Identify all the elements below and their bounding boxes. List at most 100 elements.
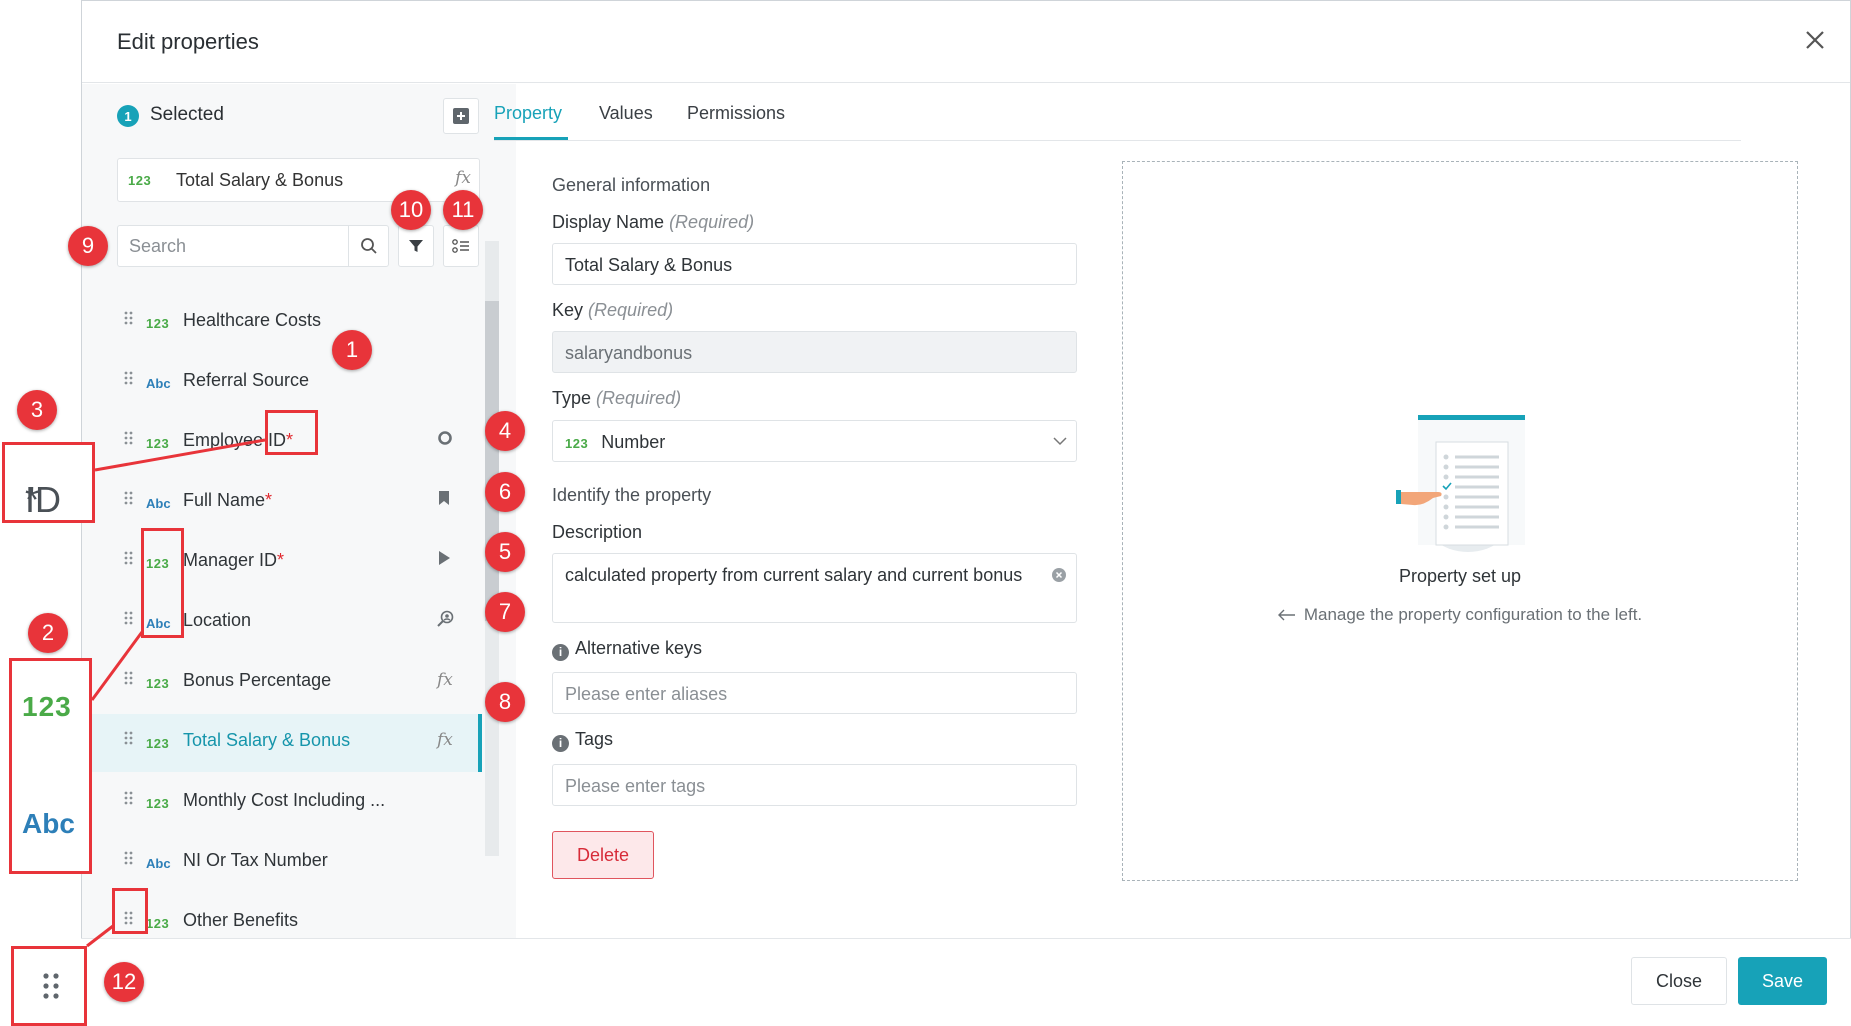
callout-1: 1 <box>332 330 372 370</box>
clear-icon[interactable] <box>1052 568 1066 582</box>
search-person-icon <box>437 610 455 633</box>
formula-icon: fx <box>455 168 471 188</box>
property-list-item[interactable]: Abc Full Name* <box>82 474 482 532</box>
property-name: NI Or Tax Number <box>183 850 328 870</box>
drag-handle-icon[interactable] <box>124 551 133 570</box>
drag-handle-icon[interactable] <box>124 491 133 510</box>
alternative-keys-label: i Alternative keys <box>552 638 702 661</box>
property-setup-illustration <box>1396 415 1525 552</box>
number-type-icon: 123 <box>146 316 170 331</box>
list-scrollbar-thumb[interactable] <box>485 301 499 621</box>
info-icon[interactable]: i <box>552 734 569 752</box>
tags-input[interactable]: Please enter tags <box>552 764 1077 806</box>
property-list-item[interactable]: Abc Referral Source <box>82 354 482 412</box>
drag-handle-icon[interactable] <box>124 311 133 330</box>
filter-button[interactable] <box>398 225 434 267</box>
general-information-heading: General information <box>552 175 711 195</box>
property-list-item[interactable]: 123 Total Salary & Bonus fx <box>82 714 482 772</box>
info-icon[interactable]: i <box>552 643 569 661</box>
modal-header: Edit properties <box>82 1 1850 83</box>
key-label: Key (Required) <box>552 300 674 320</box>
drag-handle-icon[interactable] <box>124 611 133 630</box>
drag-handle-icon[interactable] <box>124 371 133 390</box>
setup-subtitle: Manage the property configuration to the… <box>1123 605 1797 625</box>
type-label: Type (Required) <box>552 388 682 408</box>
property-name: Total Salary & Bonus <box>183 730 351 750</box>
required-marker-zoom: ID * <box>2 442 95 523</box>
delete-button[interactable]: Delete <box>552 831 654 879</box>
search-icon <box>360 238 377 254</box>
search-button[interactable] <box>348 226 388 266</box>
save-button[interactable]: Save <box>1738 957 1827 1005</box>
property-list-item[interactable]: 123 Bonus Percentage fx <box>82 654 482 712</box>
property-name: Bonus Percentage <box>183 670 332 690</box>
formula-icon: fx <box>437 730 453 750</box>
sort-icon <box>452 239 469 253</box>
active-item-indicator <box>478 714 482 772</box>
number-type-icon: 123 <box>22 691 72 722</box>
display-name-field[interactable]: Total Salary & Bonus <box>552 243 1077 285</box>
callout-5: 5 <box>485 532 525 572</box>
tab-property[interactable]: Property <box>494 103 562 124</box>
property-list-item[interactable]: 123 Monthly Cost Including ... <box>82 774 482 832</box>
drag-handle-icon[interactable] <box>124 431 133 450</box>
description-value: calculated property from current salary … <box>565 565 1023 585</box>
drag-handle-icon[interactable] <box>124 851 133 870</box>
callout-12: 12 <box>104 962 144 1002</box>
selected-count-badge: 1 <box>117 105 139 127</box>
property-setup-panel: Property set up Manage the property conf… <box>1122 161 1798 881</box>
drag-handle-icon[interactable] <box>124 671 133 690</box>
type-select[interactable]: 123 Number <box>552 420 1077 462</box>
number-type-icon: 123 <box>146 436 170 451</box>
property-name: Other Benefits <box>183 910 299 930</box>
play-icon <box>437 550 451 571</box>
tab-values[interactable]: Values <box>599 103 653 124</box>
setup-title: Property set up <box>1398 566 1522 586</box>
text-type-icon: Abc <box>22 808 75 839</box>
identify-property-heading: Identify the property <box>552 485 712 505</box>
selected-label: Selected <box>150 104 224 125</box>
alternative-keys-input[interactable]: Please enter aliases <box>552 672 1077 714</box>
circle-icon <box>437 430 453 451</box>
drag-handle-icon <box>43 973 59 999</box>
description-label: Description <box>552 522 643 542</box>
active-tab-indicator <box>494 137 568 140</box>
close-icon[interactable] <box>1802 27 1828 53</box>
modal-title: Edit properties <box>117 29 259 54</box>
property-name: Full Name* <box>183 490 273 510</box>
description-textarea[interactable]: calculated property from current salary … <box>552 553 1077 623</box>
search-input[interactable] <box>118 226 348 266</box>
drag-handle-zoom <box>11 946 87 1026</box>
property-name: Referral Source <box>183 370 310 390</box>
callout-11: 11 <box>443 190 483 230</box>
callout-10: 10 <box>391 190 431 230</box>
drag-handle-highlight <box>112 888 148 934</box>
tab-permissions[interactable]: Permissions <box>687 103 785 124</box>
property-tabs: Property Values Permissions <box>494 85 1741 141</box>
close-button[interactable]: Close <box>1631 957 1727 1005</box>
plus-square-icon <box>453 108 469 124</box>
drag-handle-icon[interactable] <box>124 731 133 750</box>
text-type-icon: Abc <box>146 496 171 511</box>
drag-handle-icon[interactable] <box>124 791 133 810</box>
screenshot-root: Edit properties 1 Selected 123 Total Sal… <box>0 0 1851 1026</box>
property-list-item[interactable]: 123 Healthcare Costs <box>82 294 482 352</box>
number-type-icon: 123 <box>565 436 589 451</box>
bookmark-icon <box>437 490 451 511</box>
callout-6: 6 <box>485 472 525 512</box>
sort-button[interactable] <box>443 225 479 267</box>
key-field: salaryandbonus <box>552 331 1077 373</box>
property-name: Location <box>183 610 252 630</box>
property-name: Monthly Cost Including ... <box>183 790 386 810</box>
number-type-icon: 123 <box>146 916 170 931</box>
number-type-icon: 123 <box>146 796 170 811</box>
add-property-button[interactable] <box>443 98 479 134</box>
number-type-icon: 123 <box>146 736 170 751</box>
filter-icon <box>409 240 423 252</box>
callout-2: 2 <box>28 613 68 653</box>
type-select-value: Number <box>601 432 666 452</box>
required-asterisk: * <box>277 550 285 570</box>
chevron-down-icon <box>1053 437 1067 446</box>
required-marker-highlight <box>265 410 318 455</box>
property-list-item[interactable]: Abc NI Or Tax Number <box>82 834 482 892</box>
